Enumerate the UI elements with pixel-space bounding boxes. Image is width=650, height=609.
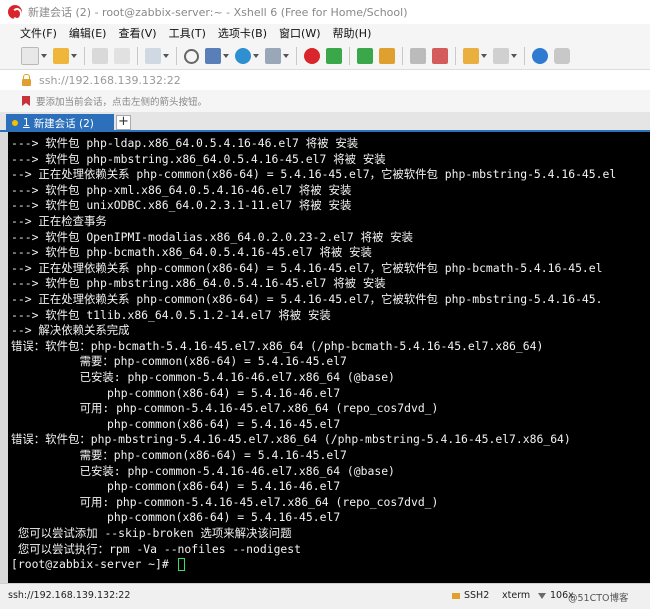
globe-icon[interactable] bbox=[235, 48, 251, 64]
terminal-line: 可用: php-common-5.4.16-45.el7.x86_64 (rep… bbox=[11, 494, 439, 509]
terminal-line: php-common(x86-64) = 5.4.16-45.el7 bbox=[11, 416, 341, 431]
status-address: ssh://192.168.139.132:22 bbox=[8, 590, 131, 601]
status-terminal-type: xterm bbox=[502, 590, 531, 601]
chevron-down-icon[interactable] bbox=[41, 54, 47, 58]
disconnect-icon[interactable] bbox=[114, 48, 130, 64]
terminal-line: ---> 软件包 php-xml.x86_64.0.5.4.16-46.el7 … bbox=[11, 182, 352, 197]
toolbar-divider bbox=[402, 47, 403, 65]
add-tab-button[interactable]: + bbox=[116, 115, 131, 130]
terminal-line: php-common(x86-64) = 5.4.16-45.el7 bbox=[11, 510, 341, 525]
layout-icon[interactable] bbox=[463, 48, 479, 64]
chevron-down-icon[interactable] bbox=[223, 54, 229, 58]
tab-number: 1 bbox=[23, 117, 30, 129]
chevron-down-icon[interactable] bbox=[71, 54, 77, 58]
terminal-line: 错误：软件包：php-mbstring-5.4.16-45.el7.x86_64… bbox=[11, 432, 571, 447]
terminal[interactable]: ---> 软件包 php-ldap.x86_64.0.5.4.16-46.el7… bbox=[0, 132, 650, 583]
terminal-line: --> 解决依赖关系完成 bbox=[11, 323, 130, 338]
menu-tools[interactable]: 工具(T) bbox=[163, 24, 212, 43]
menu-view[interactable]: 查看(V) bbox=[112, 24, 162, 43]
menu-tabs[interactable]: 选项卡(B) bbox=[212, 24, 273, 43]
window-icon[interactable] bbox=[493, 48, 509, 64]
status-dot-icon bbox=[12, 120, 18, 126]
terminal-line: 已安装: php-common-5.4.16-46.el7.x86_64 (@b… bbox=[11, 463, 395, 478]
terminal-line: 已安装: php-common-5.4.16-46.el7.x86_64 (@b… bbox=[11, 370, 395, 384]
toolbar bbox=[0, 43, 650, 69]
address-text[interactable]: ssh://192.168.139.132:22 bbox=[39, 74, 181, 87]
address-bar[interactable]: ssh://192.168.139.132:22 bbox=[0, 69, 650, 91]
lock-icon[interactable] bbox=[379, 48, 395, 64]
chevron-down-icon[interactable] bbox=[283, 54, 289, 58]
connect-icon[interactable] bbox=[92, 48, 108, 64]
pen-icon[interactable] bbox=[432, 48, 448, 64]
lock-icon bbox=[452, 592, 460, 599]
terminal-line: 需要：php-common(x86-64) = 5.4.16-45.el7 bbox=[11, 448, 347, 462]
chevron-down-icon[interactable] bbox=[163, 54, 169, 58]
toolbar-divider bbox=[137, 47, 138, 65]
font-icon[interactable] bbox=[265, 48, 281, 64]
transfer-icon[interactable] bbox=[357, 48, 373, 64]
terminal-line: [root@zabbix-server ~]# bbox=[11, 557, 185, 572]
terminal-line: 错误：软件包：php-bcmath-5.4.16-45.el7.x86_64 (… bbox=[11, 338, 544, 353]
toolbar-divider bbox=[455, 47, 456, 65]
terminal-line: --> 正在处理依赖关系 php-common(x86-64) = 5.4.16… bbox=[11, 292, 603, 306]
keyboard-icon[interactable] bbox=[410, 48, 426, 64]
xshell-logo-icon bbox=[8, 5, 22, 20]
search-icon[interactable] bbox=[184, 48, 199, 64]
toolbar-divider bbox=[176, 47, 177, 65]
xftp-icon[interactable] bbox=[326, 48, 342, 64]
window-title: 新建会话 (2) - root@zabbix-server:~ - Xshell… bbox=[28, 6, 408, 19]
toolbar-divider bbox=[524, 47, 525, 65]
chevron-down-icon[interactable] bbox=[511, 54, 517, 58]
chevron-down-icon[interactable] bbox=[253, 54, 259, 58]
xshell-icon[interactable] bbox=[304, 48, 320, 64]
terminal-line: ---> 软件包 php-bcmath.x86_64.0.5.4.16-45.e… bbox=[11, 245, 372, 260]
terminal-line: 需要：php-common(x86-64) = 5.4.16-45.el7 bbox=[11, 354, 347, 369]
status-protocol: SSH2 bbox=[452, 590, 489, 601]
new-session-icon[interactable] bbox=[21, 47, 39, 65]
terminal-line: ---> 软件包 php-mbstring.x86_64.0.5.4.16-45… bbox=[11, 276, 386, 291]
toolbar-divider bbox=[349, 47, 350, 65]
toolbar-divider bbox=[84, 47, 85, 65]
properties-icon[interactable] bbox=[145, 48, 161, 64]
resize-icon bbox=[538, 592, 546, 599]
chevron-down-icon[interactable] bbox=[481, 54, 487, 58]
terminal-line: 可用: php-common-5.4.16-45.el7.x86_64 (rep… bbox=[11, 401, 439, 416]
toolbar-divider bbox=[296, 47, 297, 65]
terminal-line: --> 正在检查事务 bbox=[11, 214, 107, 228]
terminal-line: ---> 软件包 php-ldap.x86_64.0.5.4.16-46.el7… bbox=[11, 136, 359, 150]
terminal-line: 您可以尝试添加 --skip-broken 选项来解决该问题 bbox=[11, 526, 292, 540]
terminal-line: 您可以尝试执行：rpm -Va --nofiles --nodigest bbox=[11, 541, 301, 556]
status-protocol-text: SSH2 bbox=[464, 590, 490, 601]
status-bar: ssh://192.168.139.132:22 SSH2 xterm 106x… bbox=[0, 583, 650, 609]
terminal-line: --> 正在处理依赖关系 php-common(x86-64) = 5.4.16… bbox=[11, 167, 617, 182]
chat-icon[interactable] bbox=[554, 48, 570, 64]
menu-window[interactable]: 窗口(W) bbox=[273, 24, 326, 43]
terminal-line: ---> 软件包 t1lib.x86_64.0.5.1.2-14.el7 将被 … bbox=[11, 307, 331, 322]
menu-help[interactable]: 帮助(H) bbox=[327, 24, 378, 43]
title-bar: 新建会话 (2) - root@zabbix-server:~ - Xshell… bbox=[0, 0, 650, 25]
menu-file[interactable]: 文件(F) bbox=[0, 24, 63, 43]
color-scheme-icon[interactable] bbox=[205, 48, 221, 64]
terminal-line: php-common(x86-64) = 5.4.16-46.el7 bbox=[11, 385, 341, 400]
terminal-line: --> 正在处理依赖关系 php-common(x86-64) = 5.4.16… bbox=[11, 260, 603, 275]
tab-label: 新建会话 (2) bbox=[33, 117, 94, 130]
menu-edit[interactable]: 编辑(E) bbox=[63, 24, 113, 43]
lock-icon bbox=[22, 73, 31, 86]
help-icon[interactable] bbox=[532, 48, 548, 64]
tab-bar: 1 新建会话 (2) + bbox=[0, 112, 650, 132]
terminal-cursor bbox=[177, 558, 185, 572]
terminal-line: ---> 软件包 OpenIPMI-modalias.x86_64.0.2.0.… bbox=[11, 229, 414, 244]
menu-bar: 文件(F) 编辑(E) 查看(V) 工具(T) 选项卡(B) 窗口(W) 帮助(… bbox=[0, 24, 650, 43]
open-folder-icon[interactable] bbox=[53, 48, 69, 64]
tab-session[interactable]: 1 新建会话 (2) bbox=[6, 114, 114, 132]
hint-text: 要添加当前会话，点击左侧的箭头按钮。 bbox=[36, 97, 208, 108]
terminal-line: ---> 软件包 php-mbstring.x86_64.0.5.4.16-45… bbox=[11, 151, 386, 166]
terminal-line: php-common(x86-64) = 5.4.16-46.el7 bbox=[11, 479, 341, 494]
bookmark-icon[interactable] bbox=[22, 96, 30, 106]
watermark: @51CTO博客 bbox=[568, 593, 629, 604]
terminal-line: ---> 软件包 unixODBC.x86_64.0.2.3.1-11.el7 … bbox=[11, 198, 352, 213]
session-hint-bar: 要添加当前会话，点击左侧的箭头按钮。 bbox=[0, 90, 650, 112]
